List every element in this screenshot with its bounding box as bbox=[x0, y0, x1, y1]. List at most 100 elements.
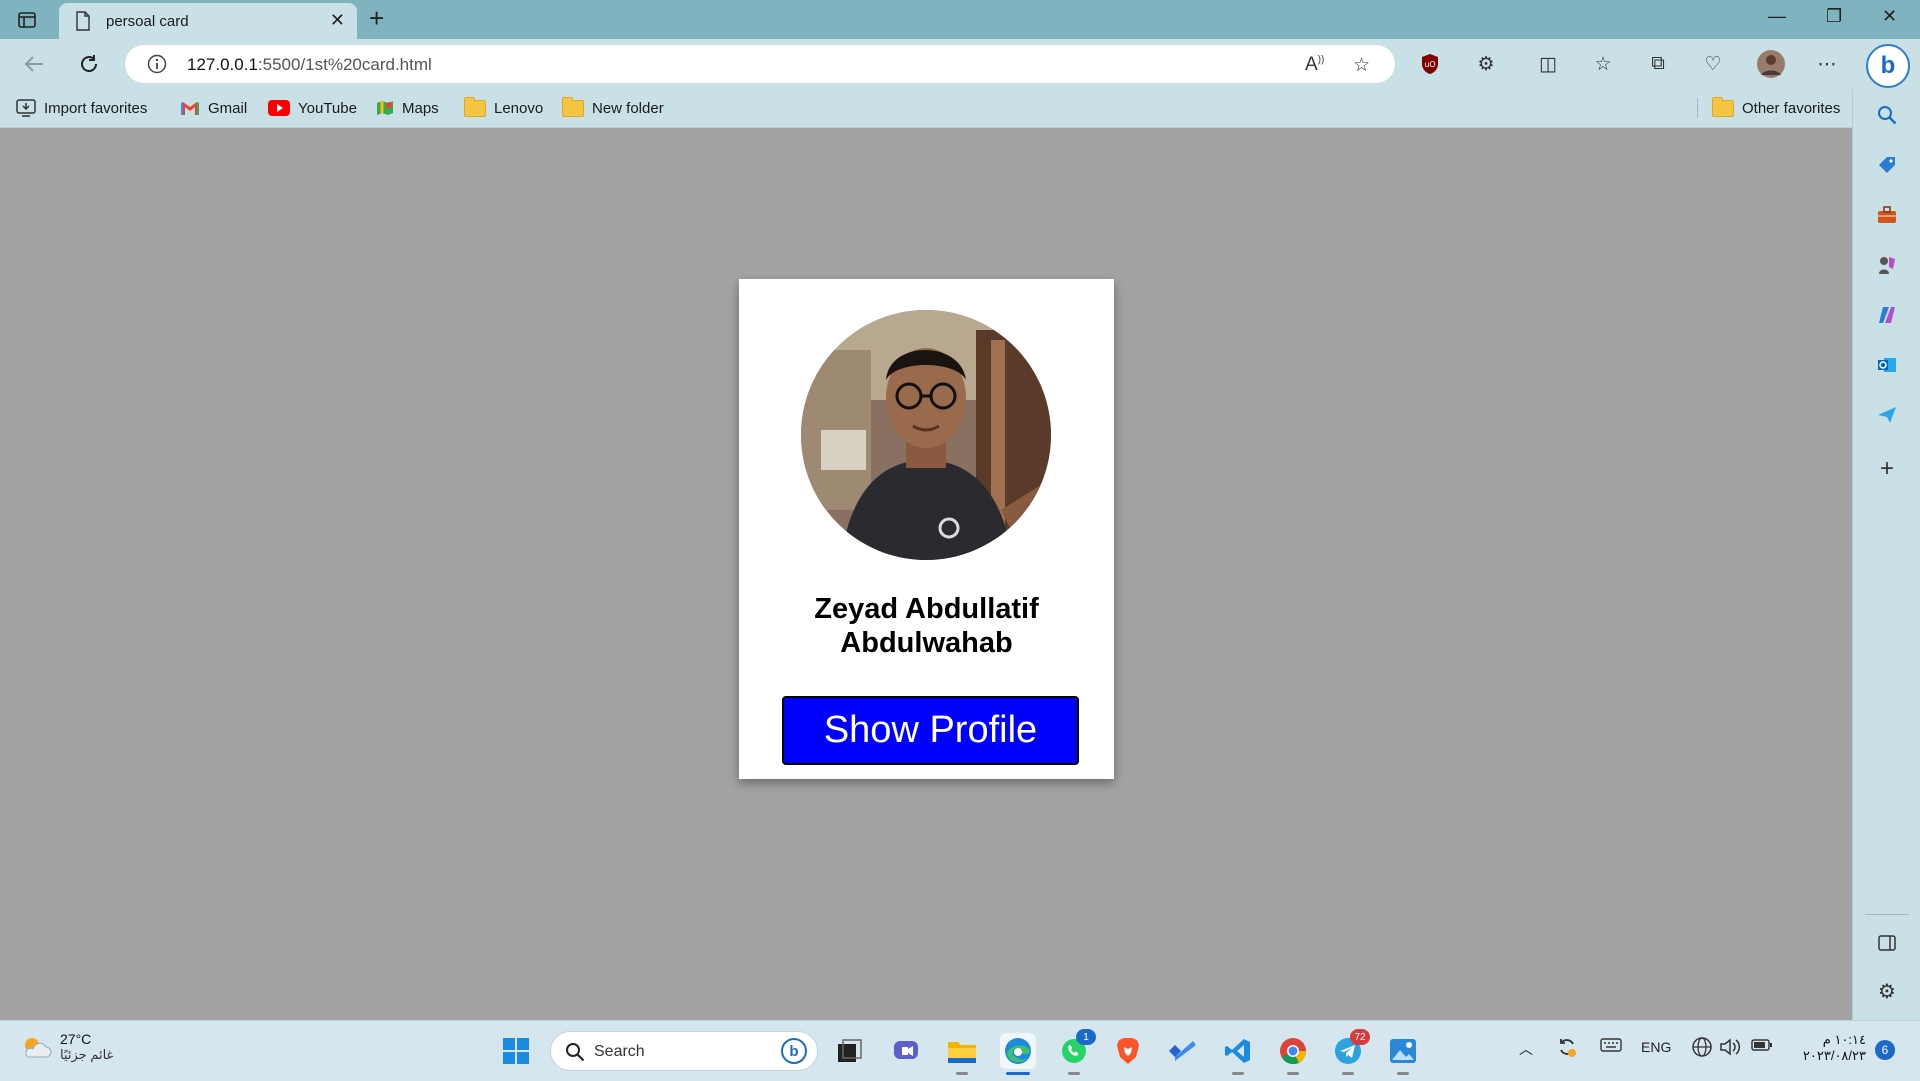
favorites-item-other[interactable]: Other favorites bbox=[1712, 96, 1841, 119]
tools-icon[interactable] bbox=[1875, 203, 1899, 227]
browser-tab[interactable]: persoal card ✕ bbox=[59, 3, 357, 39]
bing-icon: b bbox=[781, 1038, 807, 1064]
favorites-item-youtube[interactable]: YouTube bbox=[268, 97, 357, 119]
restore-icon[interactable]: ❐ bbox=[1826, 6, 1842, 27]
person-name: Zeyad Abdullatif Abdulwahab bbox=[739, 592, 1114, 660]
battery-icon[interactable] bbox=[1751, 1038, 1773, 1055]
weather-description: غائم جزئيًا bbox=[60, 1047, 114, 1062]
sidebar-divider bbox=[1865, 914, 1909, 915]
notification-badge: 72 bbox=[1350, 1029, 1370, 1045]
bing-copilot-icon[interactable]: b bbox=[1866, 44, 1910, 88]
favorites-icon[interactable]: ☆ bbox=[1590, 51, 1616, 77]
extensions-icon[interactable]: ⚙ bbox=[1473, 51, 1499, 77]
gmail-icon bbox=[180, 101, 200, 116]
copilot-icon[interactable] bbox=[1875, 303, 1899, 327]
shopping-tag-icon[interactable] bbox=[1875, 153, 1899, 177]
running-indicator bbox=[1397, 1072, 1409, 1075]
folder-icon bbox=[464, 96, 486, 117]
profile-avatar[interactable] bbox=[1756, 49, 1786, 79]
favorites-item-label: Other favorites bbox=[1742, 99, 1841, 117]
person-name-line1: Zeyad Abdullatif bbox=[814, 593, 1039, 625]
url-host: 127.0.0.1 bbox=[187, 55, 258, 74]
network-icon[interactable] bbox=[1691, 1036, 1713, 1061]
navigation-bar: 127.0.0.1:5500/1st%20card.html A)) ☆ uO … bbox=[0, 39, 1920, 89]
favorites-bar: Import favorites Gmail YouTube Maps Leno… bbox=[0, 89, 1852, 128]
search-icon[interactable] bbox=[1875, 103, 1899, 127]
new-tab-button[interactable]: + bbox=[369, 5, 384, 31]
favorites-item-new-folder[interactable]: New folder bbox=[562, 96, 664, 119]
running-indicator bbox=[1006, 1072, 1030, 1075]
show-hidden-icons-chevron-icon[interactable]: ︿ bbox=[1519, 1039, 1533, 1059]
brave-icon[interactable] bbox=[1110, 1033, 1146, 1069]
vscode-icon[interactable] bbox=[1220, 1033, 1256, 1075]
weather-widget[interactable]: 27°C غائم جزئيًا bbox=[20, 1031, 113, 1063]
task-view-icon[interactable] bbox=[832, 1033, 868, 1069]
favorites-item-import[interactable]: Import favorites bbox=[16, 97, 147, 119]
start-button[interactable] bbox=[498, 1033, 534, 1069]
read-aloud-icon[interactable]: A)) bbox=[1305, 54, 1324, 76]
refresh-icon[interactable] bbox=[75, 50, 103, 78]
running-indicator bbox=[1287, 1072, 1299, 1075]
url-path: :5500/1st%20card.html bbox=[257, 55, 432, 74]
whatsapp-icon[interactable]: 1 bbox=[1056, 1029, 1096, 1075]
running-indicator bbox=[1342, 1072, 1354, 1075]
address-bar[interactable]: 127.0.0.1:5500/1st%20card.html A)) ☆ bbox=[125, 45, 1395, 83]
edge-icon[interactable] bbox=[1000, 1033, 1036, 1075]
favorites-item-gmail[interactable]: Gmail bbox=[180, 97, 247, 119]
site-info-icon[interactable] bbox=[147, 54, 167, 79]
weather-temperature: 27°C bbox=[60, 1031, 92, 1047]
tab-title: persoal card bbox=[106, 13, 189, 30]
volume-icon[interactable] bbox=[1719, 1036, 1741, 1061]
chrome-icon[interactable] bbox=[1275, 1033, 1311, 1075]
close-tab-icon[interactable]: ✕ bbox=[330, 10, 345, 31]
input-language[interactable]: ENG bbox=[1641, 1039, 1671, 1055]
minimize-icon[interactable]: — bbox=[1768, 6, 1786, 27]
favorites-item-label: YouTube bbox=[298, 99, 357, 117]
tab-actions-icon[interactable] bbox=[14, 9, 40, 31]
drop-send-icon[interactable] bbox=[1875, 403, 1899, 427]
teams-chat-icon[interactable] bbox=[888, 1033, 924, 1069]
taskbar-search-box[interactable]: Search b bbox=[550, 1031, 818, 1071]
more-options-icon[interactable]: ⋯ bbox=[1814, 51, 1840, 77]
hide-sidebar-icon[interactable] bbox=[1875, 931, 1899, 955]
file-explorer-icon[interactable] bbox=[944, 1033, 980, 1075]
games-icon[interactable] bbox=[1875, 253, 1899, 277]
favorites-item-label: Import favorites bbox=[44, 99, 148, 117]
sync-icon[interactable] bbox=[1556, 1036, 1578, 1061]
split-screen-icon[interactable]: ◫ bbox=[1535, 51, 1561, 77]
folder-icon bbox=[562, 96, 584, 117]
edge-sidebar: + ⚙ bbox=[1852, 89, 1920, 1020]
profile-photo bbox=[801, 310, 1051, 560]
import-icon bbox=[16, 99, 36, 117]
svg-text:uO: uO bbox=[1424, 60, 1435, 69]
sidebar-settings-icon[interactable]: ⚙ bbox=[1875, 979, 1899, 1003]
favorites-divider bbox=[1697, 98, 1698, 118]
outlook-icon[interactable] bbox=[1875, 353, 1899, 377]
favorites-item-lenovo[interactable]: Lenovo bbox=[464, 96, 543, 119]
clock[interactable]: ١٠:١٤ م ٢٠٢٣/٠٨/٢٣ bbox=[1791, 1032, 1866, 1064]
favorites-item-maps[interactable]: Maps bbox=[376, 97, 439, 119]
maps-icon bbox=[376, 99, 394, 117]
collections-icon[interactable]: ⧉ bbox=[1645, 51, 1671, 77]
profile-card: Zeyad Abdullatif Abdulwahab Show Profile bbox=[739, 279, 1114, 779]
clock-time: ١٠:١٤ م bbox=[1822, 1032, 1866, 1047]
youtube-icon bbox=[268, 100, 290, 116]
favorites-item-label: New folder bbox=[592, 99, 664, 117]
window-close-icon[interactable]: ✕ bbox=[1882, 6, 1897, 27]
keyboard-icon[interactable] bbox=[1600, 1037, 1622, 1056]
clock-date: ٢٠٢٣/٠٨/٢٣ bbox=[1802, 1048, 1866, 1063]
favorite-star-icon[interactable]: ☆ bbox=[1353, 54, 1370, 77]
notifications-count[interactable]: 6 bbox=[1875, 1040, 1895, 1060]
ublock-extension-icon[interactable]: uO bbox=[1417, 51, 1443, 77]
todo-icon[interactable] bbox=[1164, 1033, 1200, 1069]
url-text: 127.0.0.1:5500/1st%20card.html bbox=[187, 55, 432, 75]
show-profile-button[interactable]: Show Profile bbox=[782, 696, 1079, 765]
photos-icon[interactable] bbox=[1385, 1033, 1421, 1075]
back-icon[interactable] bbox=[20, 50, 48, 78]
telegram-icon[interactable]: 72 bbox=[1330, 1029, 1370, 1075]
browser-essentials-icon[interactable]: ♡ bbox=[1700, 51, 1726, 77]
search-placeholder: Search bbox=[594, 1043, 645, 1060]
partly-cloudy-icon bbox=[20, 1033, 52, 1061]
add-sidebar-app-icon[interactable]: + bbox=[1875, 455, 1899, 482]
windows-taskbar: 27°C غائم جزئيًا Search b 1 72 ︿ ENG ١٠:… bbox=[0, 1020, 1920, 1081]
